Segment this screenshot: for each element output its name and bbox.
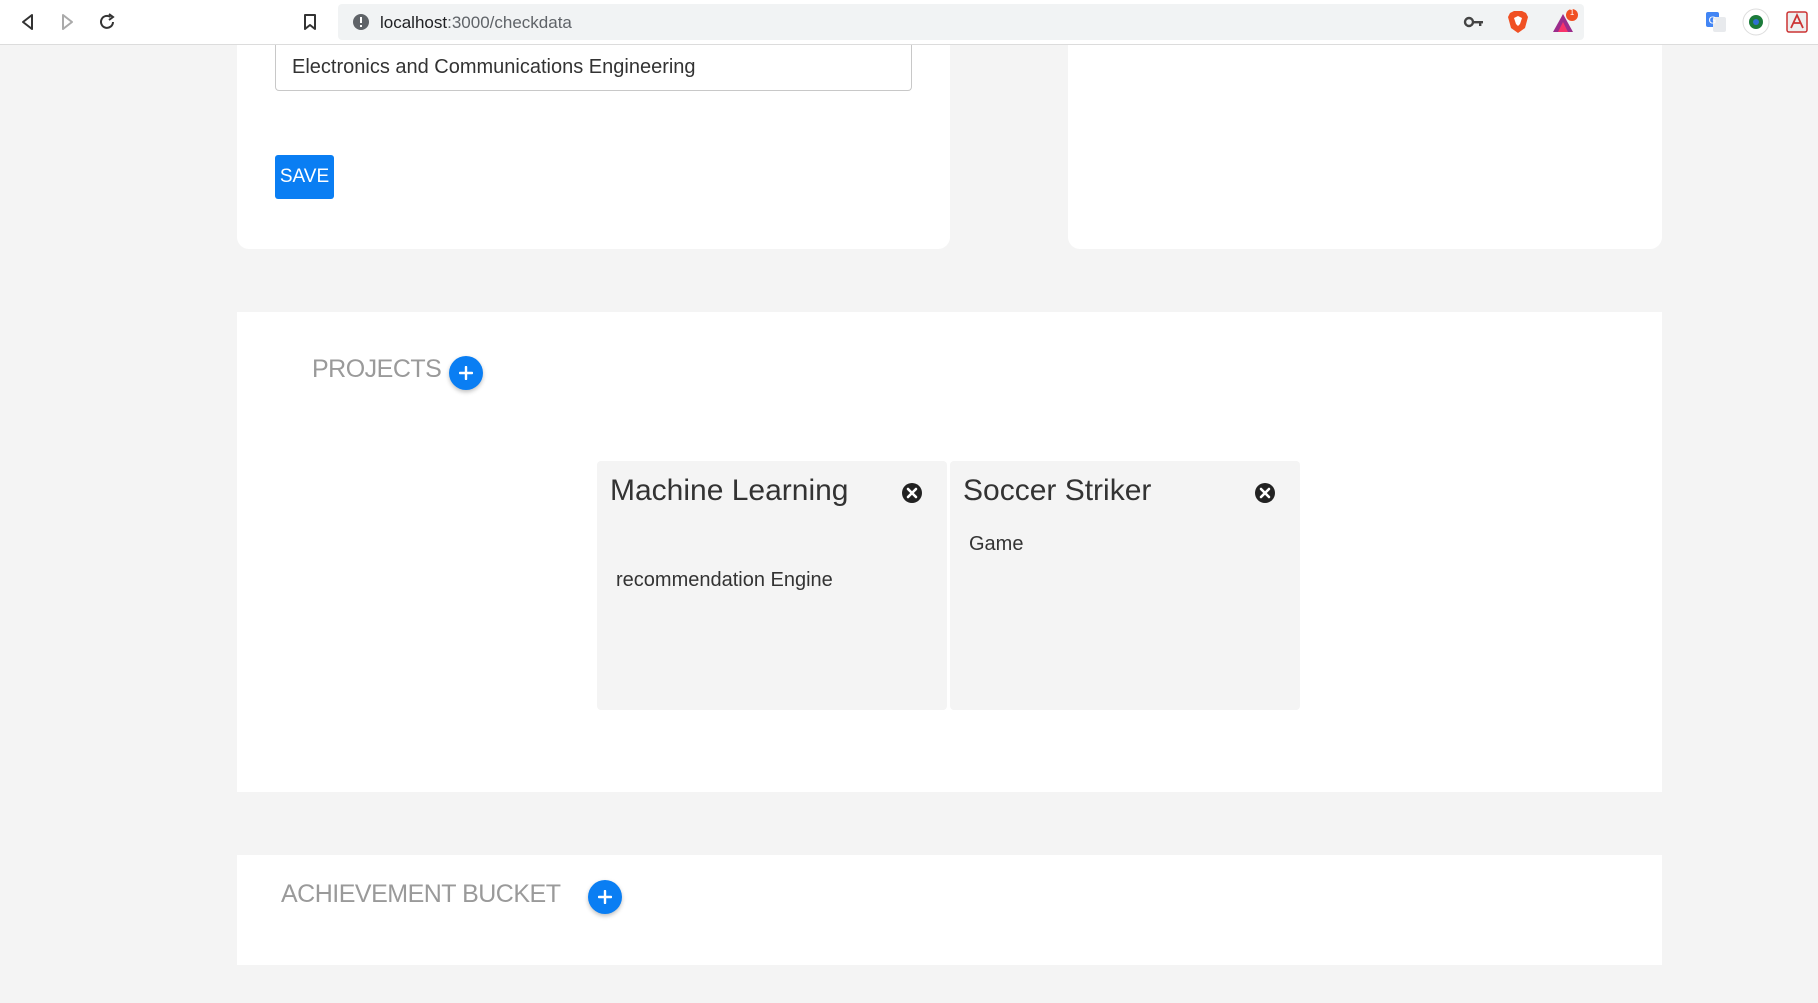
- bookmark-icon[interactable]: [296, 8, 324, 36]
- browser-toolbar: localhost:3000/checkdata 1 G: [0, 0, 1818, 45]
- project-card[interactable]: Soccer Striker Game: [950, 461, 1300, 710]
- url-path: :3000/checkdata: [447, 13, 572, 32]
- url-host: localhost: [380, 13, 448, 32]
- url-text[interactable]: localhost:3000/checkdata: [380, 13, 572, 33]
- education-panel: SAVE: [237, 45, 950, 249]
- rewards-badge: 1: [1569, 8, 1575, 17]
- pdf-icon[interactable]: [1783, 8, 1811, 36]
- project-title: Soccer Striker: [963, 474, 1152, 507]
- translate-icon[interactable]: G: [1702, 8, 1730, 36]
- svg-text:G: G: [1709, 16, 1717, 27]
- extension-circle-icon[interactable]: [1742, 8, 1770, 36]
- reload-icon[interactable]: [93, 8, 121, 36]
- brave-rewards-icon[interactable]: 1: [1550, 8, 1580, 36]
- plus-icon: [598, 890, 612, 904]
- projects-title: PROJECTS: [312, 355, 442, 383]
- projects-panel: PROJECTS Machine Learning recommendation…: [237, 312, 1662, 792]
- close-icon[interactable]: [1254, 482, 1276, 504]
- achievement-title: ACHIEVEMENT BUCKET: [281, 880, 561, 908]
- add-achievement-button[interactable]: [588, 880, 622, 914]
- branch-input[interactable]: [275, 45, 912, 91]
- info-icon[interactable]: [352, 13, 370, 31]
- project-card[interactable]: Machine Learning recommendation Engine: [597, 461, 947, 710]
- project-description: recommendation Engine: [616, 569, 833, 591]
- save-button[interactable]: SAVE: [275, 155, 334, 199]
- plus-icon: [459, 366, 473, 380]
- back-arrow-icon[interactable]: [14, 8, 42, 36]
- brave-shield-icon[interactable]: [1506, 9, 1530, 35]
- achievement-panel: ACHIEVEMENT BUCKET: [237, 855, 1662, 965]
- key-icon[interactable]: [1463, 13, 1485, 31]
- forward-arrow-icon[interactable]: [53, 8, 81, 36]
- address-bar[interactable]: localhost:3000/checkdata 1: [338, 4, 1584, 40]
- close-icon[interactable]: [901, 482, 923, 504]
- project-title: Machine Learning: [610, 474, 849, 507]
- add-project-button[interactable]: [449, 356, 483, 390]
- project-description: Game: [969, 533, 1024, 555]
- side-panel: [1068, 45, 1662, 249]
